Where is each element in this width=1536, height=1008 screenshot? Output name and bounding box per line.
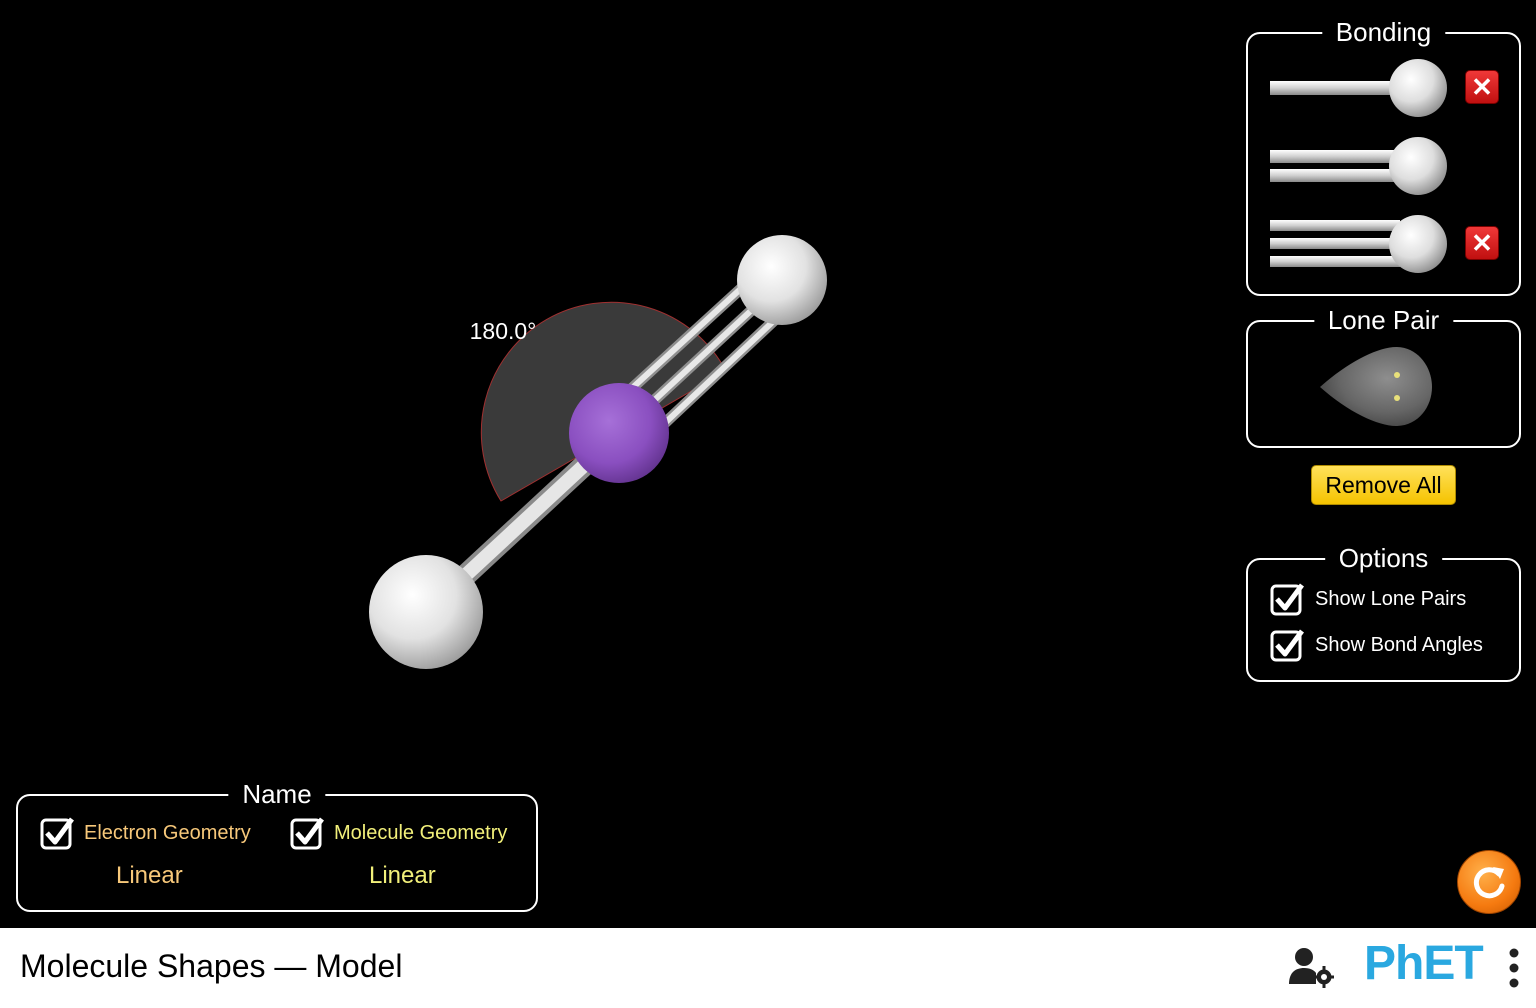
kebab-menu-icon[interactable] [1506, 946, 1522, 990]
lone-pair-icon [1320, 347, 1432, 426]
molecule-geometry-label: Molecule Geometry [334, 821, 508, 844]
simulation-screen: 180.0° Bonding ✕ ✕ Lone Pair Remove All … [0, 0, 1536, 928]
remove-single-bond-button[interactable]: ✕ [1465, 70, 1499, 104]
options-title: Options [1324, 540, 1443, 576]
reset-arrow-icon [1473, 867, 1505, 899]
show-bond-angles-label: Show Bond Angles [1315, 633, 1483, 656]
electron-geometry-value: Linear [116, 862, 183, 889]
show-lone-pairs-option[interactable]: Show Lone Pairs [1270, 582, 1466, 616]
single-bond-icon [1270, 59, 1447, 117]
name-panel: Name Electron Geometry Molecule Geometry… [16, 776, 538, 912]
bonding-title: Bonding [1321, 14, 1446, 50]
close-icon: ✕ [1471, 72, 1493, 102]
double-bond-icon [1270, 137, 1447, 195]
show-lone-pairs-label: Show Lone Pairs [1315, 587, 1467, 610]
triple-bond-button[interactable] [1268, 214, 1448, 274]
phet-logo-text: PhET [1364, 937, 1484, 990]
molecule-geometry-option[interactable]: Molecule Geometry [290, 816, 507, 850]
show-bond-angles-option[interactable]: Show Bond Angles [1270, 628, 1483, 662]
user-gear-icon[interactable] [1288, 946, 1334, 988]
bonding-panel: Bonding ✕ ✕ [1246, 14, 1521, 296]
checkbox-checked-icon[interactable] [1270, 582, 1304, 616]
lone-pair-title: Lone Pair [1313, 302, 1454, 338]
checkbox-checked-icon[interactable] [290, 816, 324, 850]
single-bond-button[interactable] [1268, 58, 1448, 118]
molecule-geometry-value: Linear [369, 862, 436, 889]
remove-triple-bond-button[interactable]: ✕ [1465, 226, 1499, 260]
electron-geometry-label: Electron Geometry [84, 821, 251, 844]
remove-all-button[interactable]: Remove All [1311, 465, 1456, 505]
close-icon: ✕ [1471, 228, 1493, 258]
double-bond-button[interactable] [1268, 136, 1448, 196]
bond-angle-label: 180.0° [470, 318, 537, 344]
phet-logo[interactable]: PhET [1364, 936, 1484, 992]
outer-atom-lower[interactable] [369, 555, 483, 669]
molecule-view[interactable]: 180.0° [0, 0, 1230, 928]
electron-geometry-option[interactable]: Electron Geometry [40, 816, 251, 850]
checkbox-checked-icon[interactable] [40, 816, 74, 850]
sim-title: Molecule Shapes — Model [20, 948, 403, 984]
reset-all-button[interactable] [1457, 850, 1521, 914]
checkbox-checked-icon[interactable] [1270, 628, 1304, 662]
central-atom[interactable] [569, 383, 669, 483]
name-title: Name [228, 776, 326, 812]
lone-pair-button[interactable] [1318, 342, 1448, 432]
options-panel: Options Show Lone Pairs Show Bond Angles [1246, 540, 1521, 682]
outer-atom-upper[interactable] [737, 235, 827, 325]
triple-bond-icon [1270, 215, 1447, 273]
lone-pair-panel: Lone Pair [1246, 302, 1521, 448]
